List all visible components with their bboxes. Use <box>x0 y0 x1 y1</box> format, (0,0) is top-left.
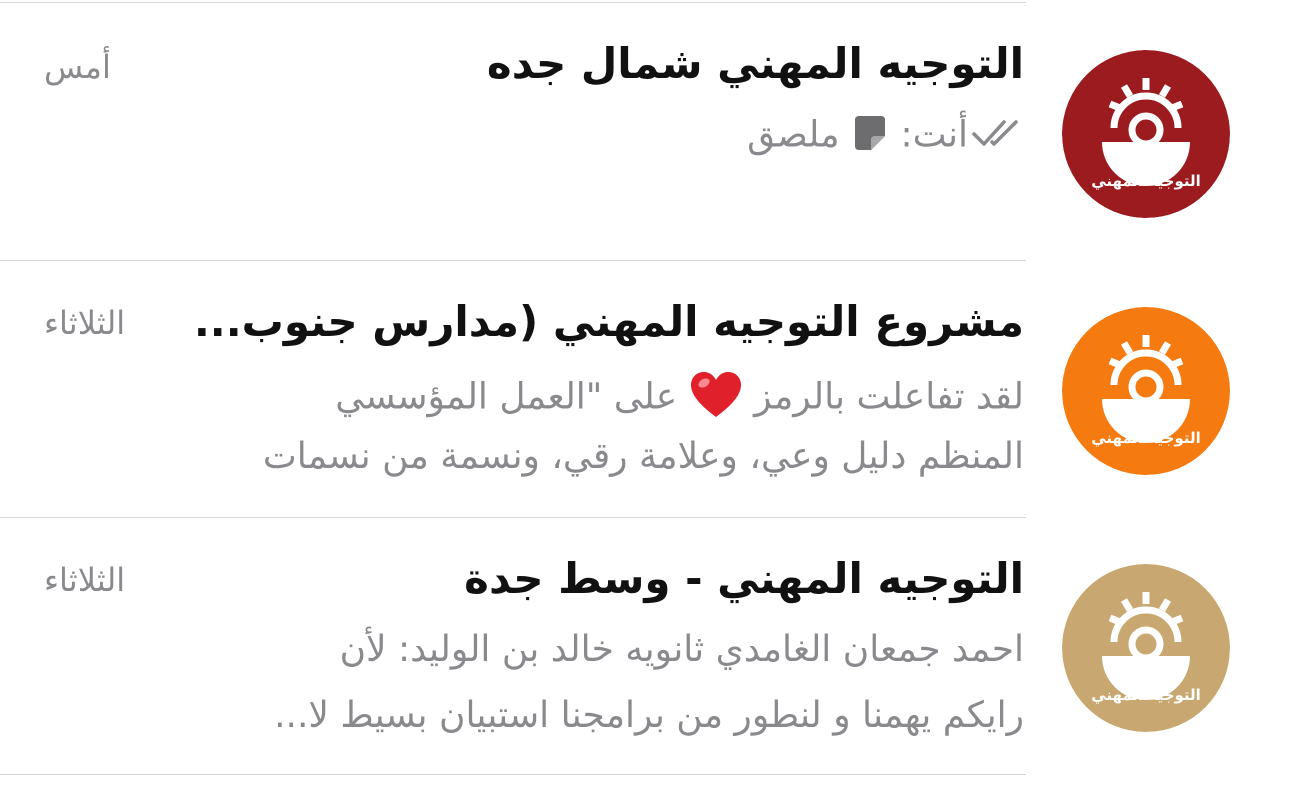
sender-label: أنت: <box>900 114 969 156</box>
avatar-label: التوجيه المهني <box>1091 686 1201 704</box>
chat-time: الثلاثاء <box>44 561 126 599</box>
avatar-background <box>1062 307 1230 475</box>
chat-title: مشروع التوجيه المهني (مدارس جنوب... <box>193 297 1024 346</box>
avatar-background <box>1062 564 1230 732</box>
chat-time: أمس <box>44 48 111 86</box>
preview-text: على "العمل المؤسسي <box>335 376 678 418</box>
avatar-background <box>1062 50 1230 218</box>
avatar[interactable]: التوجيه المهني <box>1062 50 1230 218</box>
avatar-label: التوجيه المهني <box>1091 172 1201 190</box>
avatar-label: التوجيه المهني <box>1091 429 1201 447</box>
double-check-icon <box>968 116 1024 157</box>
chat-title: التوجيه المهني شمال جده <box>486 39 1024 88</box>
chat-preview-line-1: احمد جمعان الغامدي ثانويه خالد بن الوليد… <box>339 629 1024 670</box>
divider <box>0 774 1026 775</box>
sticker-icon <box>851 114 889 159</box>
avatar[interactable]: التوجيه المهني <box>1062 307 1230 475</box>
chat-row-south-schools[interactable]: التوجيه المهني مشروع التوجيه المهني (مدا… <box>0 261 1290 517</box>
avatar[interactable]: التوجيه المهني <box>1062 564 1230 732</box>
chat-preview: أنت: ملصق <box>747 114 1024 159</box>
chat-time: الثلاثاء <box>44 304 126 342</box>
chat-preview-line-2: رايكم يهمنا و لنطور من برامجنا استبيان ب… <box>274 695 1024 736</box>
chat-row-central-jeddah[interactable]: التوجيه المهني التوجيه المهني - وسط جدة … <box>0 518 1290 774</box>
preview-text: لقد تفاعلت بالرمز <box>754 376 1024 418</box>
chat-title: التوجيه المهني - وسط جدة <box>464 554 1024 603</box>
chat-preview-line-1: لقد تفاعلت بالرمز على "العمل المؤسسي <box>335 371 1024 426</box>
chat-row-north-jeddah[interactable]: التوجيه المهني التوجيه المهني شمال جده أ… <box>0 0 1290 260</box>
chat-preview-line-2: المنظم دليل وعي، وعلامة رقي، ونسمة من نس… <box>262 436 1024 477</box>
preview-text: ملصق <box>747 114 840 156</box>
red-heart-icon <box>689 371 743 426</box>
